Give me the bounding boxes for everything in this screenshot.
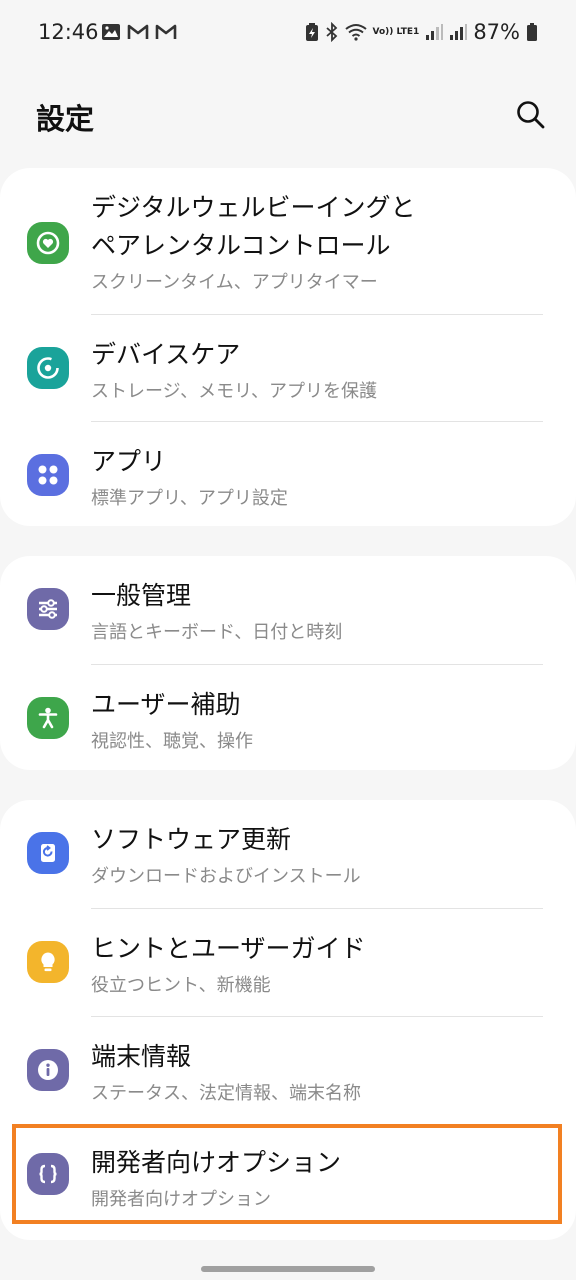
battery-icon (527, 23, 537, 41)
notification-icons (101, 22, 177, 42)
status-bar: 12:46 Vo)) LTE1 87% (0, 0, 576, 64)
about-phone-icon (27, 1049, 69, 1091)
tips-icon (27, 941, 69, 983)
software-update-icon (27, 832, 69, 874)
settings-item-about-phone[interactable]: 端末情報 ステータス、法定情報、端末名称 (0, 1017, 576, 1124)
gmail-icon (155, 24, 177, 39)
accessibility-icon (27, 697, 69, 739)
page-title: 設定 (36, 102, 95, 136)
item-title: 端末情報 (91, 1042, 192, 1071)
item-title: ユーザー補助 (91, 690, 241, 719)
settings-item-tips[interactable]: ヒントとユーザーガイド 役立つヒント、新機能 (0, 909, 576, 1016)
item-subtitle: ステータス、法定情報、端末名称 (91, 1083, 361, 1104)
item-subtitle: 視認性、聴覚、操作 (91, 731, 253, 752)
item-title-line2: ペアレンタルコントロール (91, 231, 391, 260)
signal-icon (426, 24, 444, 40)
device-care-icon (27, 347, 69, 389)
item-subtitle: ダウンロードおよびインストール (91, 866, 361, 887)
bluetooth-icon (325, 22, 337, 42)
apps-icon (27, 454, 69, 496)
item-title: ソフトウェア更新 (91, 825, 292, 854)
item-subtitle: ストレージ、メモリ、アプリを保護 (91, 381, 378, 402)
search-button[interactable] (514, 98, 548, 132)
status-right: Vo)) LTE1 87% (305, 20, 539, 44)
settings-item-general-management[interactable]: 一般管理 言語とキーボード、日付と時刻 (0, 556, 576, 664)
volte-icon: Vo)) LTE1 (372, 26, 420, 37)
battery-saver-icon (305, 23, 318, 41)
gallery-icon (102, 24, 120, 40)
general-management-icon (27, 588, 69, 630)
item-title: アプリ (91, 447, 167, 476)
battery-percent: 87% (473, 20, 520, 44)
settings-item-accessibility[interactable]: ユーザー補助 視認性、聴覚、操作 (0, 665, 576, 770)
gmail-icon (127, 24, 149, 39)
navigation-handle[interactable] (201, 1266, 375, 1272)
item-subtitle: 言語とキーボード、日付と時刻 (91, 622, 343, 643)
settings-item-software-update[interactable]: ソフトウェア更新 ダウンロードおよびインストール (0, 800, 576, 908)
search-icon (517, 101, 545, 129)
item-title: 一般管理 (91, 581, 192, 610)
wifi-icon (344, 24, 367, 41)
item-title: ヒントとユーザーガイド (91, 934, 366, 963)
settings-item-device-care[interactable]: デバイスケア ストレージ、メモリ、アプリを保護 (0, 315, 576, 421)
item-subtitle: 標準アプリ、アプリ設定 (91, 488, 288, 509)
digital-wellbeing-icon (27, 222, 69, 264)
item-subtitle: スクリーンタイム、アプリタイマー (91, 272, 378, 293)
signal-icon (450, 24, 468, 40)
item-title: デバイスケア (91, 340, 241, 369)
item-subtitle: 役立つヒント、新機能 (91, 975, 271, 996)
item-title-line1: デジタルウェルビーイングと (91, 193, 416, 222)
settings-item-apps[interactable]: アプリ 標準アプリ、アプリ設定 (0, 422, 576, 526)
settings-item-digital-wellbeing[interactable]: デジタルウェルビーイングと ペアレンタルコントロール スクリーンタイム、アプリタ… (0, 168, 576, 314)
status-time: 12:46 (38, 20, 99, 44)
app-header: 設定 (0, 64, 576, 164)
highlight-box (12, 1124, 562, 1224)
